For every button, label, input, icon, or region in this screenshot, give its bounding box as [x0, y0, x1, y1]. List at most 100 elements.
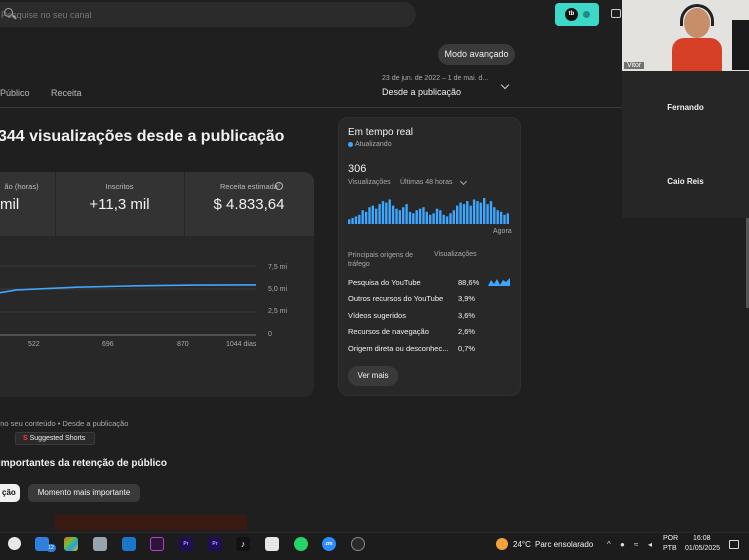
realtime-bar	[402, 207, 405, 224]
realtime-bar	[466, 201, 469, 224]
clock-time[interactable]: 16:08	[693, 535, 711, 542]
source-sparkline	[488, 278, 510, 286]
webcam-name: Vitor	[624, 62, 645, 69]
header-divider	[0, 107, 622, 108]
participant-name: Fernando	[667, 103, 704, 112]
source-pct: 88,6%	[458, 278, 480, 287]
date-range-text[interactable]: 23 de jun. de 2022 – 1 de mai. d...	[382, 75, 488, 82]
realtime-bar	[462, 204, 466, 224]
mail-badge: 12	[46, 544, 56, 552]
chevron-down-icon[interactable]	[500, 80, 510, 90]
realtime-bar	[476, 201, 479, 224]
realtime-bar	[439, 210, 442, 224]
y-tick-label: 7,5 mi	[268, 264, 288, 271]
realtime-bar	[398, 210, 401, 224]
headphones-icon	[680, 4, 714, 26]
background-object	[732, 20, 749, 70]
realtime-bar	[429, 214, 432, 224]
realtime-bar	[415, 210, 418, 224]
weather-desc[interactable]: Parc ensolarado	[535, 540, 593, 549]
realtime-bar	[388, 199, 391, 224]
realtime-bar	[422, 207, 425, 224]
microphone-icon[interactable]: ●	[620, 540, 625, 549]
tiktok-icon[interactable]: ♪	[236, 537, 250, 551]
tab-receita[interactable]: Receita	[51, 88, 82, 98]
metric-title-revenue: Receita estimada	[220, 182, 278, 191]
views-line-chart	[0, 265, 257, 336]
content-description: e no seu conteúdo • Desde a publicação	[0, 419, 129, 428]
realtime-bar-chart	[348, 198, 509, 224]
source-pct: 2,6%	[458, 327, 476, 336]
premiere-icon[interactable]: Pr	[179, 537, 193, 551]
search-box[interactable]	[0, 2, 416, 27]
realtime-bar	[381, 201, 385, 224]
store-icon[interactable]	[122, 537, 136, 551]
realtime-bar	[364, 211, 368, 224]
info-icon[interactable]: i	[275, 182, 283, 190]
extension-status-icon	[583, 11, 590, 18]
retention-chip-selected[interactable]: ção	[0, 484, 20, 502]
y-tick-label: 0	[268, 331, 272, 338]
sources-header: Principais origens de tráfego	[348, 252, 413, 268]
zoom-icon[interactable]: zm	[322, 537, 336, 551]
realtime-status: Atualizando	[355, 141, 392, 148]
language-indicator[interactable]: POR	[663, 535, 678, 542]
y-tick-label: 2,5 mi	[268, 308, 288, 315]
realtime-bar	[405, 204, 408, 224]
realtime-bar	[351, 217, 354, 224]
realtime-bar	[449, 213, 452, 224]
x-tick-label: 1044 dias	[226, 341, 257, 348]
realtime-now-label: Agora	[493, 228, 512, 235]
suggested-shorts-chip[interactable]: S Suggested Shorts	[15, 432, 95, 445]
date-range-label[interactable]: Desde a publicação	[382, 87, 461, 97]
realtime-period-selector[interactable]: Últimas 48 horas	[400, 179, 453, 186]
realtime-unit: Visualizações	[348, 179, 391, 186]
office-icon[interactable]	[64, 537, 78, 551]
realtime-bar	[452, 210, 455, 224]
realtime-title: Em tempo real	[348, 127, 414, 138]
file-explorer-icon[interactable]	[93, 537, 107, 551]
video-editor-icon[interactable]	[150, 537, 164, 551]
x-tick-label: 696	[102, 341, 114, 348]
realtime-bar	[486, 204, 489, 224]
source-label: Outros recursos do YouTube	[348, 294, 444, 303]
realtime-bar	[385, 202, 388, 224]
retention-section-title: importantes da retenção de público	[0, 458, 167, 469]
app-icon[interactable]	[351, 537, 365, 551]
chevron-up-icon[interactable]: ^	[607, 540, 611, 549]
tab-publico[interactable]: Público	[0, 88, 30, 98]
video-thumbnail[interactable]	[55, 515, 247, 530]
volume-icon[interactable]: ◂	[648, 540, 652, 549]
weather-temp[interactable]: 24°C	[513, 540, 531, 549]
notification-icon[interactable]	[729, 540, 739, 549]
metric-value-watchtime[interactable]: mil	[0, 196, 55, 213]
extension-button[interactable]: tb	[555, 3, 599, 26]
premiere-icon[interactable]: Pr	[208, 537, 222, 551]
realtime-bar	[418, 208, 422, 224]
realtime-bar	[391, 205, 395, 224]
search-input[interactable]	[1, 2, 401, 27]
search-icon[interactable]	[8, 537, 21, 550]
advanced-mode-button[interactable]: Modo avançado	[438, 44, 515, 65]
retention-chip-key-moment[interactable]: Momento mais importante	[28, 484, 140, 502]
realtime-bar	[425, 211, 428, 224]
realtime-bar	[368, 207, 371, 224]
whatsapp-icon[interactable]	[294, 537, 308, 551]
realtime-bar	[408, 211, 412, 224]
realtime-bar	[371, 205, 374, 224]
capcut-icon[interactable]	[265, 537, 279, 551]
realtime-bar	[483, 198, 486, 224]
wifi-icon[interactable]: ≈	[634, 540, 638, 549]
metric-value-subscribers[interactable]: +11,3 mil	[55, 196, 184, 213]
feedback-icon[interactable]	[611, 9, 621, 18]
y-tick-label: 5,0 mi	[268, 286, 288, 293]
source-label: Recursos de navegação	[348, 327, 429, 336]
weather-icon[interactable]	[496, 538, 508, 550]
keyboard-layout-indicator[interactable]: PTB	[663, 545, 677, 552]
see-more-button[interactable]: Ver mais	[348, 366, 398, 386]
source-label: Vídeos sugeridos	[348, 311, 406, 320]
clock-date[interactable]: 01/05/2025	[685, 545, 720, 552]
metric-value-revenue[interactable]: $ 4.833,64	[184, 196, 314, 213]
realtime-bar	[506, 213, 509, 224]
realtime-bar	[445, 216, 449, 224]
